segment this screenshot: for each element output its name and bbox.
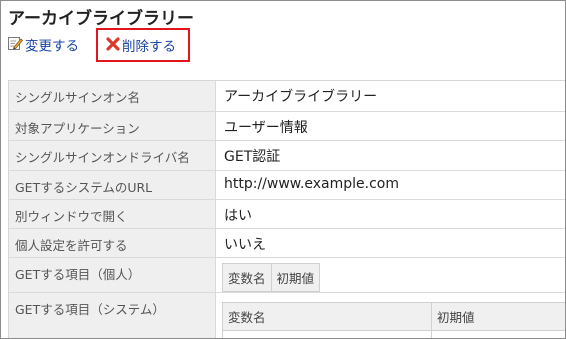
delete-link[interactable]: 削除する <box>96 28 190 62</box>
detail-row-url: GETするシステムのURL http://www.example.com <box>8 170 565 200</box>
detail-row-system-items: GETする項目（システム） 変数名 初期値 <box>8 292 565 338</box>
page-title: アーカイブライブラリー <box>8 9 194 29</box>
row-value: ユーザー情報 <box>215 111 565 141</box>
row-label: シングルサインオン名 <box>8 80 216 112</box>
column-header-initial: 初期値 <box>270 263 321 292</box>
table-row <box>222 330 565 338</box>
personal-items-table: 変数名 初期値 <box>222 263 321 292</box>
row-value: http://www.example.com <box>215 170 565 200</box>
detail-row-target-app: 対象アプリケーション ユーザー情報 <box>8 111 565 141</box>
row-value: アーカイブライブラリー <box>215 80 565 112</box>
window-frame: アーカイブライブラリー 変更する 削除する シングルサインオン名 アーカイブライ… <box>0 0 566 339</box>
edit-icon <box>7 35 24 58</box>
edit-link[interactable]: 変更する <box>7 35 79 59</box>
row-label: シングルサインオンドライバ名 <box>8 140 216 171</box>
edit-label: 変更する <box>25 38 79 55</box>
detail-row-driver: シングルサインオンドライバ名 GET認証 <box>8 140 565 171</box>
column-header-variable: 変数名 <box>222 263 272 292</box>
delete-x-icon <box>106 30 120 64</box>
delete-label: 削除する <box>122 39 176 55</box>
row-label: GETする項目（個人） <box>8 257 216 293</box>
row-value: いいえ <box>215 228 565 258</box>
details-table: シングルサインオン名 アーカイブライブラリー 対象アプリケーション ユーザー情報… <box>8 80 565 338</box>
row-label: GETするシステムのURL <box>8 170 216 200</box>
detail-row-sso-name: シングルサインオン名 アーカイブライブラリー <box>8 80 565 112</box>
detail-row-personal-items: GETする項目（個人） 変数名 初期値 <box>8 257 565 293</box>
row-label: 対象アプリケーション <box>8 111 216 141</box>
row-label: GETする項目（システム） <box>8 292 216 338</box>
row-label: 別ウィンドウで開く <box>8 199 216 229</box>
column-header-initial: 初期値 <box>431 302 565 331</box>
column-header-variable: 変数名 <box>222 302 432 331</box>
row-value: GET認証 <box>215 140 565 171</box>
row-value: 変数名 初期値 <box>215 257 565 293</box>
row-value: はい <box>215 199 565 229</box>
row-label: 個人設定を許可する <box>8 228 216 258</box>
row-value: 変数名 初期値 <box>215 292 565 338</box>
detail-row-new-window: 別ウィンドウで開く はい <box>8 199 565 229</box>
system-items-table: 変数名 初期値 <box>222 302 565 338</box>
detail-row-allow-personal: 個人設定を許可する いいえ <box>8 228 565 258</box>
